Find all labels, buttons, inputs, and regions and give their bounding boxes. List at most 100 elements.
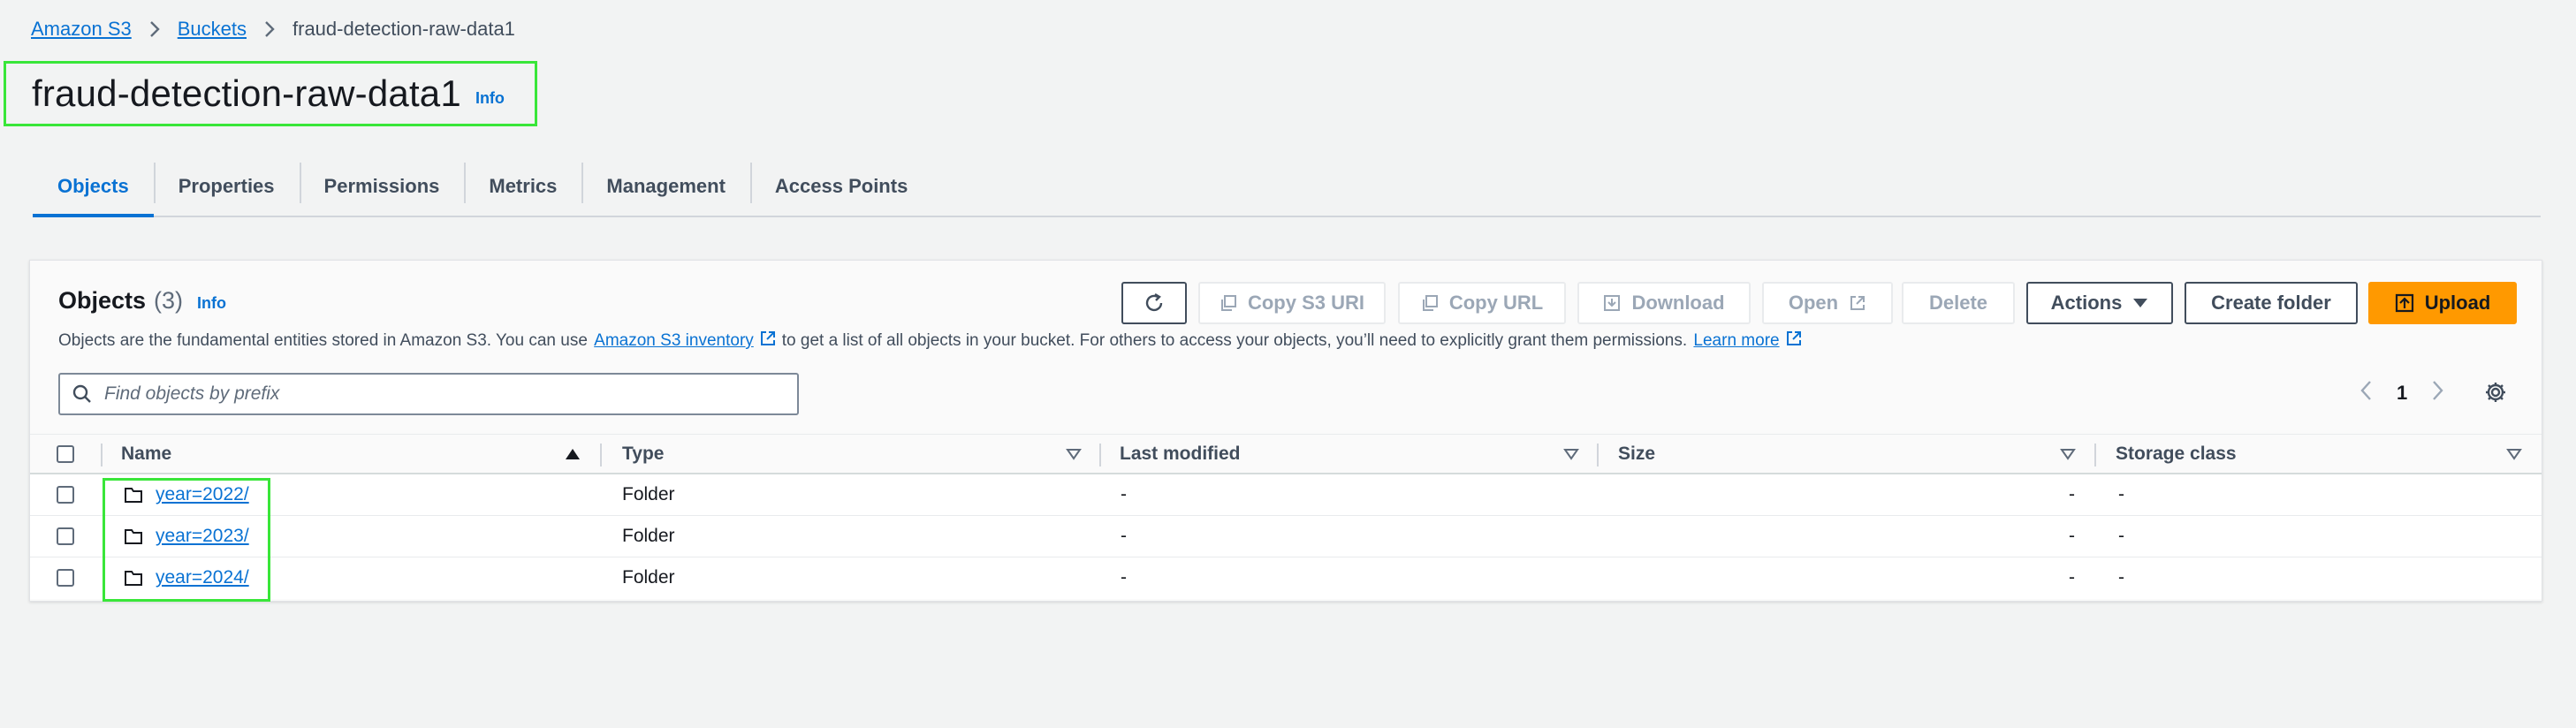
select-all-checkbox[interactable] — [57, 445, 74, 463]
folder-link[interactable]: year=2023/ — [156, 526, 249, 547]
delete-button[interactable]: Delete — [1902, 282, 2015, 324]
copy-url-button[interactable]: Copy URL — [1398, 282, 1566, 324]
table-row[interactable]: year=2023/ Folder - - - — [30, 516, 2542, 557]
column-header-size[interactable]: Size — [1618, 435, 1655, 474]
bucket-tabs: Objects Properties Permissions Metrics M… — [33, 157, 2541, 217]
tab-management[interactable]: Management — [581, 157, 749, 216]
copy-s3-uri-label: Copy S3 URI — [1247, 292, 1365, 314]
caret-down-icon — [2133, 299, 2148, 307]
sort-ascending-icon[interactable] — [565, 447, 581, 466]
chevron-right-icon — [146, 20, 163, 38]
delete-label: Delete — [1928, 292, 1988, 314]
table-row[interactable]: year=2022/ Folder - - - — [30, 474, 2542, 516]
actions-label: Actions — [2050, 292, 2123, 314]
table-header: Name Type Last modified Size Storage cla… — [30, 434, 2542, 474]
storage-class-cell: - — [2118, 567, 2124, 588]
row-checkbox[interactable] — [57, 569, 74, 587]
column-header-name[interactable]: Name — [121, 435, 171, 474]
create-folder-label: Create folder — [2211, 292, 2331, 314]
copy-icon — [1422, 295, 1438, 311]
search-icon — [72, 384, 91, 403]
type-cell: Folder — [622, 484, 675, 504]
last-modified-cell: - — [1121, 567, 1127, 588]
type-cell: Folder — [622, 567, 675, 588]
objects-count: (3) — [154, 287, 184, 314]
settings-gear-icon[interactable] — [2484, 381, 2507, 408]
last-modified-cell: - — [1121, 484, 1127, 504]
sort-icon[interactable] — [2060, 447, 2076, 466]
row-checkbox[interactable] — [57, 527, 74, 545]
learn-more-link[interactable]: Learn more — [1693, 331, 1779, 351]
prev-page-icon[interactable] — [2359, 380, 2372, 406]
column-header-last-modified[interactable]: Last modified — [1120, 435, 1241, 474]
download-icon — [1604, 295, 1621, 311]
search-container — [58, 373, 799, 415]
copy-icon — [1220, 295, 1236, 311]
upload-button[interactable]: Upload — [2368, 282, 2517, 324]
column-header-type[interactable]: Type — [622, 435, 664, 474]
download-label: Download — [1631, 292, 1725, 314]
objects-panel: Objects (3) Info Objects are the fundame… — [29, 260, 2542, 602]
open-button[interactable]: Open — [1762, 282, 1893, 324]
external-link-icon — [1785, 330, 1803, 353]
objects-info-link[interactable]: Info — [197, 294, 226, 313]
next-page-icon[interactable] — [2432, 380, 2444, 406]
desc-text-2: to get a list of all objects in your buc… — [781, 331, 1688, 350]
objects-title: Objects — [58, 287, 147, 314]
sort-icon[interactable] — [1066, 447, 1082, 466]
s3-inventory-link[interactable]: Amazon S3 inventory — [594, 331, 754, 351]
breadcrumb-current: fraud-detection-raw-data1 — [293, 18, 515, 40]
breadcrumb-buckets[interactable]: Buckets — [178, 18, 247, 41]
search-input[interactable] — [104, 383, 776, 405]
storage-class-cell: - — [2118, 484, 2124, 504]
folder-icon — [124, 474, 143, 515]
title-info-link[interactable]: Info — [475, 89, 505, 108]
size-cell: - — [2069, 484, 2075, 504]
folder-link[interactable]: year=2022/ — [156, 484, 249, 505]
refresh-button[interactable] — [1121, 282, 1187, 324]
column-divider — [2094, 444, 2096, 466]
sort-icon[interactable] — [2506, 447, 2522, 466]
upload-label: Upload — [2424, 292, 2491, 314]
open-label: Open — [1788, 292, 1839, 314]
folder-link[interactable]: year=2024/ — [156, 567, 249, 588]
upload-icon — [2395, 293, 2413, 313]
folder-icon — [124, 516, 143, 557]
type-cell: Folder — [622, 526, 675, 546]
page-title-container: fraud-detection-raw-data1 Info — [4, 61, 537, 126]
page-title: fraud-detection-raw-data1 — [32, 72, 461, 114]
column-divider — [600, 444, 602, 466]
column-divider — [1099, 444, 1101, 466]
objects-description: Objects are the fundamental entities sto… — [58, 330, 1808, 353]
download-button[interactable]: Download — [1577, 282, 1751, 324]
tab-permissions[interactable]: Permissions — [299, 157, 465, 216]
refresh-icon — [1145, 292, 1163, 312]
external-link-icon — [759, 330, 777, 353]
external-link-icon — [1850, 296, 1866, 310]
copy-url-label: Copy URL — [1448, 292, 1544, 314]
tab-metrics[interactable]: Metrics — [464, 157, 581, 216]
tab-objects[interactable]: Objects — [33, 157, 154, 217]
column-divider — [1597, 444, 1599, 466]
sort-icon[interactable] — [1563, 447, 1579, 466]
objects-header: Objects (3) Info — [58, 287, 226, 315]
size-cell: - — [2069, 567, 2075, 588]
pagination: 1 — [2359, 380, 2444, 406]
last-modified-cell: - — [1121, 526, 1127, 546]
size-cell: - — [2069, 526, 2075, 546]
breadcrumb: Amazon S3 Buckets fraud-detection-raw-da… — [31, 18, 515, 41]
table-row[interactable]: year=2024/ Folder - - - — [30, 557, 2542, 599]
column-header-storage-class[interactable]: Storage class — [2116, 435, 2237, 474]
row-checkbox[interactable] — [57, 486, 74, 504]
breadcrumb-amazon-s3[interactable]: Amazon S3 — [31, 18, 132, 41]
chevron-right-icon — [261, 20, 278, 38]
copy-s3-uri-button[interactable]: Copy S3 URI — [1198, 282, 1386, 324]
folder-icon — [124, 557, 143, 598]
storage-class-cell: - — [2118, 526, 2124, 546]
desc-text-1: Objects are the fundamental entities sto… — [58, 331, 588, 350]
actions-dropdown[interactable]: Actions — [2026, 282, 2173, 324]
tab-properties[interactable]: Properties — [153, 157, 300, 216]
tab-access-points[interactable]: Access Points — [749, 157, 932, 216]
page-number[interactable]: 1 — [2397, 382, 2407, 405]
create-folder-button[interactable]: Create folder — [2185, 282, 2358, 324]
